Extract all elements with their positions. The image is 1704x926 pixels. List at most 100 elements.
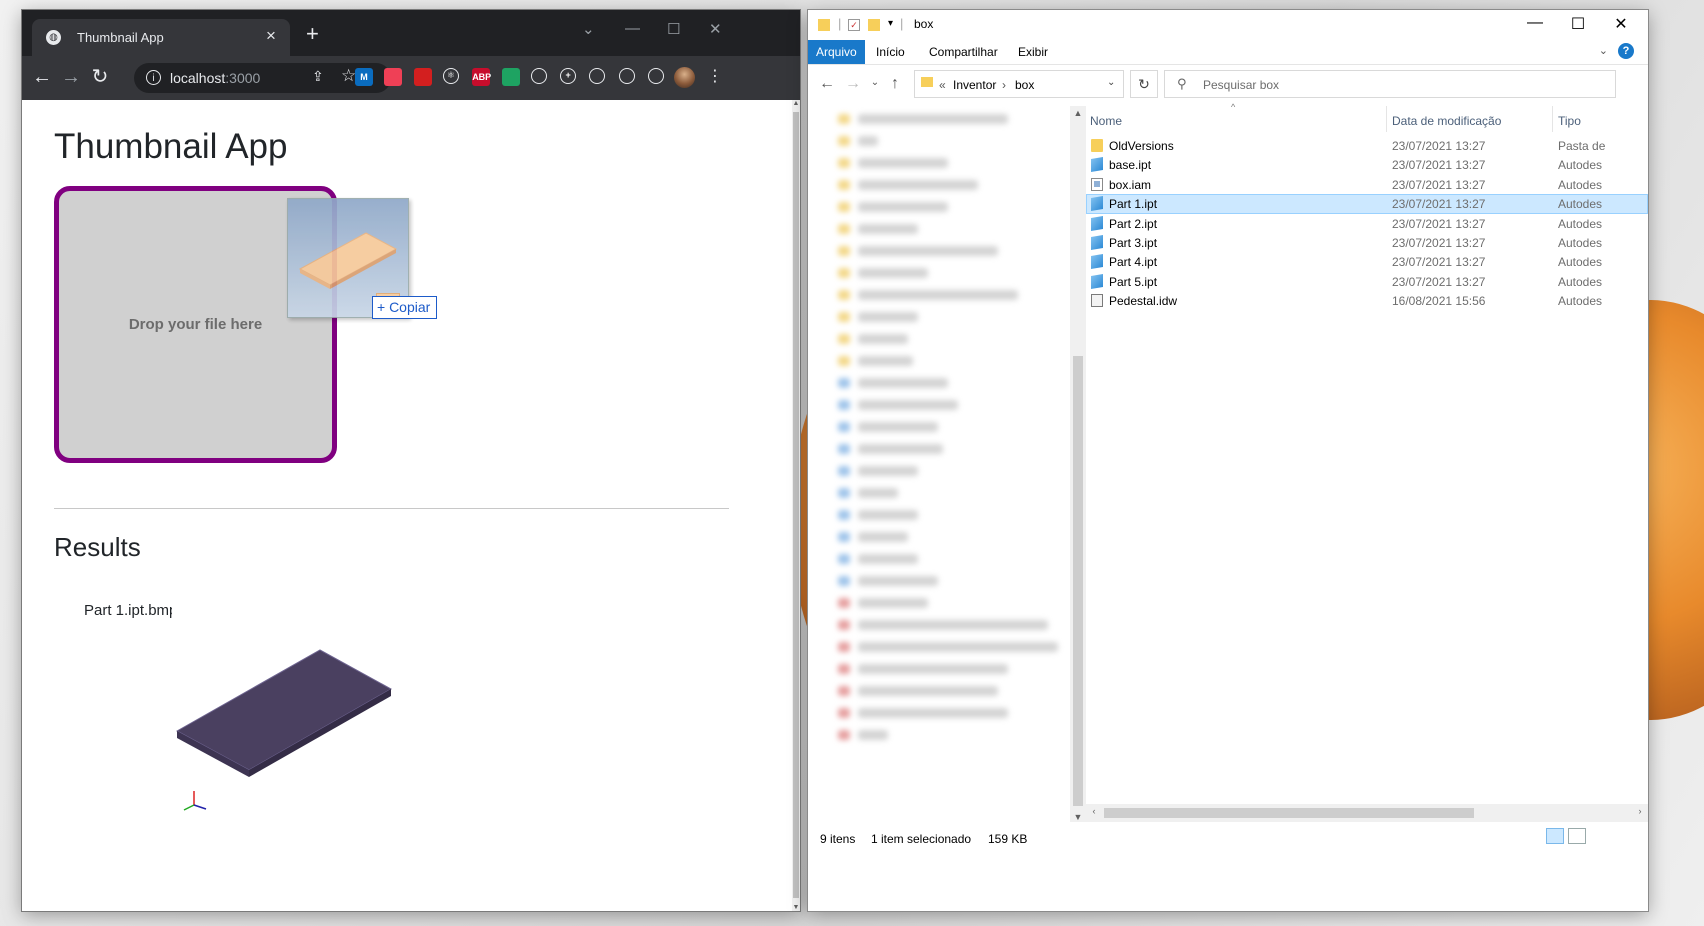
m-extension-icon[interactable]: M	[355, 68, 373, 86]
nav-tree-item[interactable]	[858, 400, 958, 410]
profile-avatar[interactable]	[674, 67, 695, 88]
horizontal-scrollbar[interactable]: ‹ ›	[1086, 804, 1648, 822]
site-info-icon[interactable]: i	[146, 70, 161, 85]
address-dropdown-icon[interactable]: ⌄	[1107, 77, 1115, 88]
circle-extension-icon[interactable]	[589, 68, 606, 84]
nav-tree-item[interactable]	[858, 730, 888, 740]
nav-tree-item[interactable]	[858, 620, 1048, 630]
nav-tree-item[interactable]	[858, 158, 948, 168]
nav-tree-item[interactable]	[858, 466, 918, 476]
large-icons-view-button[interactable]	[1568, 828, 1586, 844]
tab-close-button[interactable]: ×	[266, 27, 276, 45]
tab-exibir[interactable]: Exibir	[1010, 40, 1056, 64]
nav-tree-item[interactable]	[858, 532, 908, 542]
file-row[interactable]: Pedestal.idw 16/08/2021 15:56 Autodes	[1086, 291, 1648, 311]
nav-tree-item[interactable]	[858, 246, 998, 256]
new-tab-button[interactable]: +	[306, 23, 319, 45]
scroll-down-arrow[interactable]: ▼	[792, 904, 800, 911]
column-separator[interactable]	[1552, 106, 1553, 132]
nav-tree-item[interactable]	[858, 664, 1008, 674]
address-bar[interactable]: « Inventor › box ⌄	[914, 70, 1124, 98]
puzzle-icon[interactable]	[618, 68, 635, 84]
details-view-button[interactable]	[1546, 828, 1564, 844]
navigation-pane[interactable]	[808, 106, 1070, 824]
column-header-date[interactable]: Data de modificação	[1392, 114, 1501, 128]
nav-tree-item[interactable]	[858, 312, 918, 322]
bookmark-star-icon[interactable]: ☆	[341, 66, 356, 86]
tab-arquivo[interactable]: Arquivo	[808, 40, 865, 64]
quick-access-dropdown-icon[interactable]: ▾	[888, 18, 893, 29]
plus-circle-icon[interactable]: +	[560, 68, 577, 84]
nav-tree-item[interactable]	[858, 708, 1008, 718]
minimize-button[interactable]: —	[625, 20, 640, 37]
file-row[interactable]: box.iam 23/07/2021 13:27 Autodes	[1086, 175, 1648, 195]
react-devtools-icon[interactable]: ⚛	[442, 68, 459, 84]
navigation-pane-scrollbar[interactable]: ▲ ▼	[1070, 106, 1086, 824]
nav-tree-item[interactable]	[858, 290, 1018, 300]
scrollbar-thumb[interactable]	[1104, 808, 1474, 818]
back-icon[interactable]: ←	[30, 65, 54, 89]
refresh-button[interactable]: ↻	[1130, 70, 1158, 98]
nav-tree-item[interactable]	[858, 202, 948, 212]
file-row[interactable]: Part 2.ipt 23/07/2021 13:27 Autodes	[1086, 214, 1648, 234]
nav-tree-item[interactable]	[858, 444, 943, 454]
column-separator[interactable]	[1386, 106, 1387, 132]
nav-tree-item[interactable]	[858, 356, 913, 366]
scroll-down-arrow[interactable]: ▼	[1070, 812, 1086, 822]
file-row[interactable]: base.ipt 23/07/2021 13:27 Autodes	[1086, 155, 1648, 175]
nav-tree-item[interactable]	[858, 114, 1008, 124]
scrollbar-thumb[interactable]	[1073, 356, 1083, 806]
properties-icon[interactable]: ✓	[848, 19, 860, 31]
nav-tree-item[interactable]	[858, 488, 898, 498]
close-window-button[interactable]: ✕	[1606, 14, 1636, 34]
nav-tree-item[interactable]	[858, 378, 948, 388]
share-icon[interactable]: ⇪	[312, 68, 324, 85]
maximize-button[interactable]: ☐	[1563, 14, 1593, 34]
green-shield-icon[interactable]	[501, 68, 520, 86]
maximize-button[interactable]: ☐	[667, 20, 680, 38]
breadcrumb-box[interactable]: box	[1015, 78, 1034, 92]
nav-tree-item[interactable]	[858, 598, 928, 608]
back-icon[interactable]: ←	[818, 75, 836, 93]
menu-kebab-icon[interactable]: ⋮	[703, 65, 727, 89]
page-scrollbar[interactable]: ▲ ▼	[792, 100, 800, 911]
browser-tab[interactable]: ◍ Thumbnail App ×	[32, 19, 290, 56]
forward-icon[interactable]: →	[844, 75, 862, 93]
column-header-name[interactable]: Nome	[1090, 114, 1122, 128]
scroll-up-arrow[interactable]: ▲	[1070, 108, 1086, 118]
nav-tree-item[interactable]	[858, 554, 918, 564]
nav-tree-item[interactable]	[858, 136, 878, 146]
forward-icon[interactable]: →	[59, 65, 83, 89]
adblock-plus-icon[interactable]: ABP	[472, 68, 491, 86]
nav-tree-item[interactable]	[858, 642, 1058, 652]
pocket-icon[interactable]	[384, 68, 403, 86]
reading-list-icon[interactable]	[648, 68, 664, 84]
help-icon[interactable]: ?	[1618, 43, 1634, 59]
close-window-button[interactable]: ✕	[709, 20, 722, 38]
expand-ribbon-icon[interactable]: ⌄	[1599, 44, 1608, 57]
new-folder-icon[interactable]	[868, 19, 880, 31]
nav-tree-item[interactable]	[858, 686, 998, 696]
nav-tree-item[interactable]	[858, 334, 908, 344]
nav-tree-item[interactable]	[858, 576, 938, 586]
file-row[interactable]: Part 3.ipt 23/07/2021 13:27 Autodes	[1086, 233, 1648, 253]
diamond-icon[interactable]	[530, 68, 547, 84]
reload-icon[interactable]: ↻	[88, 65, 112, 89]
tab-compartilhar[interactable]: Compartilhar	[921, 40, 1006, 64]
nav-tree-item[interactable]	[858, 224, 918, 234]
scrollbar-thumb[interactable]	[793, 112, 799, 898]
file-row[interactable]: Part 1.ipt 23/07/2021 13:27 Autodes	[1086, 194, 1648, 215]
breadcrumb-overflow[interactable]: «	[939, 78, 946, 92]
scroll-left-arrow[interactable]: ‹	[1086, 806, 1102, 816]
column-header-type[interactable]: Tipo	[1558, 114, 1581, 128]
nav-tree-item[interactable]	[858, 510, 918, 520]
recent-locations-icon[interactable]: ⌄	[866, 77, 884, 88]
nav-tree-item[interactable]	[858, 180, 978, 190]
tab-inicio[interactable]: Início	[868, 40, 913, 64]
scroll-right-arrow[interactable]: ›	[1632, 806, 1648, 816]
address-bar[interactable]: i localhost:3000 ⇪ ☆	[134, 63, 391, 93]
search-input[interactable]: ⚲ Pesquisar box	[1164, 70, 1616, 98]
file-row[interactable]: Part 5.ipt 23/07/2021 13:27 Autodes	[1086, 272, 1648, 292]
file-row[interactable]: OldVersions 23/07/2021 13:27 Pasta de	[1086, 136, 1648, 156]
nav-tree-item[interactable]	[858, 268, 928, 278]
